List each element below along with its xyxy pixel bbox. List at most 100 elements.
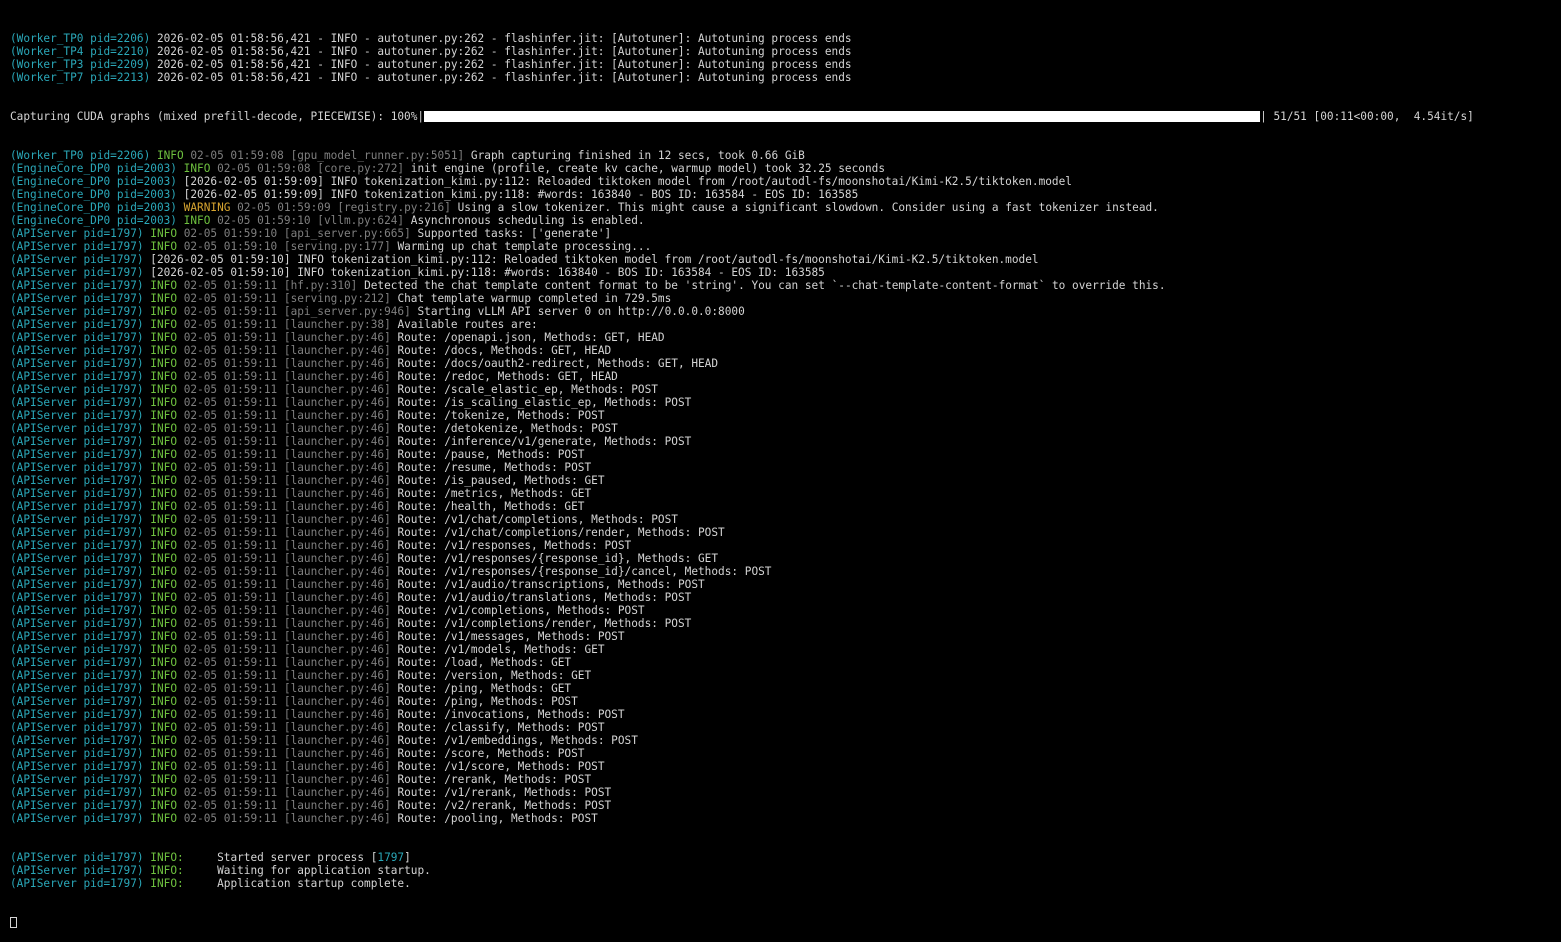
- log-line: (APIServer pid=1797) INFO 02-05 01:59:11…: [10, 513, 1556, 526]
- log-timestamp: 02-05 01:59:11: [183, 331, 278, 344]
- log-message: Chat template warmup completed in 729.5m…: [397, 292, 672, 305]
- log-source: (APIServer pid=1797): [10, 331, 144, 344]
- log-message: Route: /v1/responses/{response_id}, Meth…: [397, 552, 719, 565]
- log-message: Supported tasks: ['generate']: [417, 227, 612, 240]
- log-file: [launcher.py:46]: [283, 760, 391, 773]
- log-file: [launcher.py:46]: [283, 461, 391, 474]
- log-timestamp: 02-05 01:59:11: [183, 487, 278, 500]
- log-block: (Worker_TP0 pid=2206) INFO 02-05 01:59:0…: [10, 149, 1556, 825]
- log-line: (APIServer pid=1797) INFO 02-05 01:59:11…: [10, 760, 1556, 773]
- log-source: (APIServer pid=1797): [10, 500, 144, 513]
- log-timestamp: 02-05 01:59:11: [183, 435, 278, 448]
- log-timestamp: 02-05 01:59:11: [183, 617, 278, 630]
- log-source: (APIServer pid=1797): [10, 227, 144, 240]
- log-file: [launcher.py:46]: [283, 526, 391, 539]
- log-line: (APIServer pid=1797) INFO: Waiting for a…: [10, 864, 1556, 877]
- log-source: (EngineCore_DP0 pid=2003): [10, 201, 177, 214]
- log-line: (EngineCore_DP0 pid=2003) [2026-02-05 01…: [10, 188, 1556, 201]
- log-message: Route: /ping, Methods: GET: [397, 682, 572, 695]
- log-source: (APIServer pid=1797): [10, 864, 144, 877]
- log-line: (APIServer pid=1797) INFO 02-05 01:59:11…: [10, 448, 1556, 461]
- log-timestamp: 02-05 01:59:11: [183, 630, 278, 643]
- log-level: INFO: [150, 630, 177, 643]
- log-line: (APIServer pid=1797) INFO 02-05 01:59:11…: [10, 734, 1556, 747]
- log-source: (APIServer pid=1797): [10, 695, 144, 708]
- log-message: Route: /scale_elastic_ep, Methods: POST: [397, 383, 658, 396]
- log-line: (APIServer pid=1797) INFO 02-05 01:59:11…: [10, 461, 1556, 474]
- log-source: (APIServer pid=1797): [10, 617, 144, 630]
- log-line: (Worker_TP0 pid=2206) INFO 02-05 01:59:0…: [10, 149, 1556, 162]
- log-line: (APIServer pid=1797) INFO 02-05 01:59:11…: [10, 695, 1556, 708]
- log-message: Route: /inference/v1/generate, Methods: …: [397, 435, 692, 448]
- prompt-line[interactable]: [10, 916, 1556, 929]
- log-message: Starting vLLM API server 0 on http://0.0…: [417, 305, 745, 318]
- log-level: INFO: [183, 162, 211, 175]
- log-source: (APIServer pid=1797): [10, 305, 144, 318]
- log-line: (APIServer pid=1797) INFO 02-05 01:59:11…: [10, 305, 1556, 318]
- log-level: INFO: [156, 149, 184, 162]
- log-message: Route: /docs, Methods: GET, HEAD: [397, 344, 612, 357]
- log-level: INFO:: [150, 877, 184, 890]
- log-line: (APIServer pid=1797) INFO 02-05 01:59:11…: [10, 682, 1556, 695]
- log-file: [launcher.py:46]: [283, 734, 391, 747]
- log-line: (APIServer pid=1797) INFO 02-05 01:59:11…: [10, 409, 1556, 422]
- log-file: [launcher.py:46]: [283, 747, 391, 760]
- log-timestamp: 02-05 01:59:11: [183, 565, 278, 578]
- log-line: (APIServer pid=1797) INFO 02-05 01:59:11…: [10, 318, 1556, 331]
- log-message: Route: /redoc, Methods: GET, HEAD: [397, 370, 618, 383]
- log-message: Route: /v1/audio/translations, Methods: …: [397, 591, 692, 604]
- log-message: Route: /classify, Methods: POST: [397, 721, 605, 734]
- log-line: (APIServer pid=1797) INFO 02-05 01:59:11…: [10, 630, 1556, 643]
- log-timestamp: 02-05 01:59:11: [183, 526, 278, 539]
- log-line: (Worker_TP0 pid=2206) 2026-02-05 01:58:5…: [10, 32, 1556, 45]
- log-source: (APIServer pid=1797): [10, 344, 144, 357]
- log-message: init engine (profile, create kv cache, w…: [410, 162, 886, 175]
- log-message: Route: /v1/completions/render, Methods: …: [397, 617, 692, 630]
- log-level: INFO: [150, 240, 177, 253]
- log-message: [2026-02-05 01:59:09] INFO tokenization_…: [176, 188, 859, 201]
- cuda-graph-progress-line: Capturing CUDA graphs (mixed prefill-dec…: [10, 110, 1556, 123]
- log-level: INFO: [150, 461, 177, 474]
- log-line: (APIServer pid=1797) INFO 02-05 01:59:11…: [10, 422, 1556, 435]
- log-file: [launcher.py:46]: [283, 617, 391, 630]
- log-source: (APIServer pid=1797): [10, 656, 144, 669]
- log-line: (APIServer pid=1797) INFO 02-05 01:59:11…: [10, 721, 1556, 734]
- log-source: (APIServer pid=1797): [10, 565, 144, 578]
- log-file: [launcher.py:46]: [283, 513, 391, 526]
- log-timestamp: 02-05 01:59:11: [183, 474, 278, 487]
- log-line: (APIServer pid=1797) INFO 02-05 01:59:11…: [10, 812, 1556, 825]
- log-file: [launcher.py:46]: [283, 773, 391, 786]
- log-timestamp: 02-05 01:59:11: [183, 721, 278, 734]
- log-source: (APIServer pid=1797): [10, 591, 144, 604]
- log-timestamp: 02-05 01:59:11: [183, 318, 278, 331]
- log-file: [launcher.py:38]: [283, 318, 391, 331]
- log-source: (APIServer pid=1797): [10, 682, 144, 695]
- log-message: 2026-02-05 01:58:56,421 - INFO - autotun…: [150, 32, 852, 45]
- log-source: (APIServer pid=1797): [10, 721, 144, 734]
- log-timestamp: 02-05 01:59:11: [183, 578, 278, 591]
- log-line: (APIServer pid=1797) INFO 02-05 01:59:11…: [10, 292, 1556, 305]
- log-level: INFO: [150, 539, 177, 552]
- log-message: Route: /pooling, Methods: POST: [397, 812, 598, 825]
- log-source: (EngineCore_DP0 pid=2003): [10, 188, 177, 201]
- log-message: Route: /rerank, Methods: POST: [397, 773, 592, 786]
- log-message: Route: /v2/rerank, Methods: POST: [397, 799, 612, 812]
- log-source: (APIServer pid=1797): [10, 851, 144, 864]
- log-message: Route: /is_scaling_elastic_ep, Methods: …: [397, 396, 692, 409]
- log-source: (APIServer pid=1797): [10, 409, 144, 422]
- log-level: INFO: [150, 786, 177, 799]
- progress-bar: [424, 111, 1261, 122]
- log-level: INFO: [150, 669, 177, 682]
- log-source: (APIServer pid=1797): [10, 539, 144, 552]
- log-timestamp: 02-05 01:59:10: [183, 227, 278, 240]
- log-level: INFO: [150, 292, 177, 305]
- log-timestamp: 02-05 01:59:08: [190, 149, 284, 162]
- log-file: [launcher.py:46]: [283, 565, 391, 578]
- log-line: (APIServer pid=1797) [2026-02-05 01:59:1…: [10, 253, 1556, 266]
- log-message: Route: /v1/rerank, Methods: POST: [397, 786, 612, 799]
- log-message: Route: /is_paused, Methods: GET: [397, 474, 605, 487]
- log-line: (APIServer pid=1797) INFO 02-05 01:59:11…: [10, 747, 1556, 760]
- log-file: [launcher.py:46]: [283, 643, 391, 656]
- log-source: (APIServer pid=1797): [10, 253, 144, 266]
- log-message: Application startup complete.: [183, 877, 411, 890]
